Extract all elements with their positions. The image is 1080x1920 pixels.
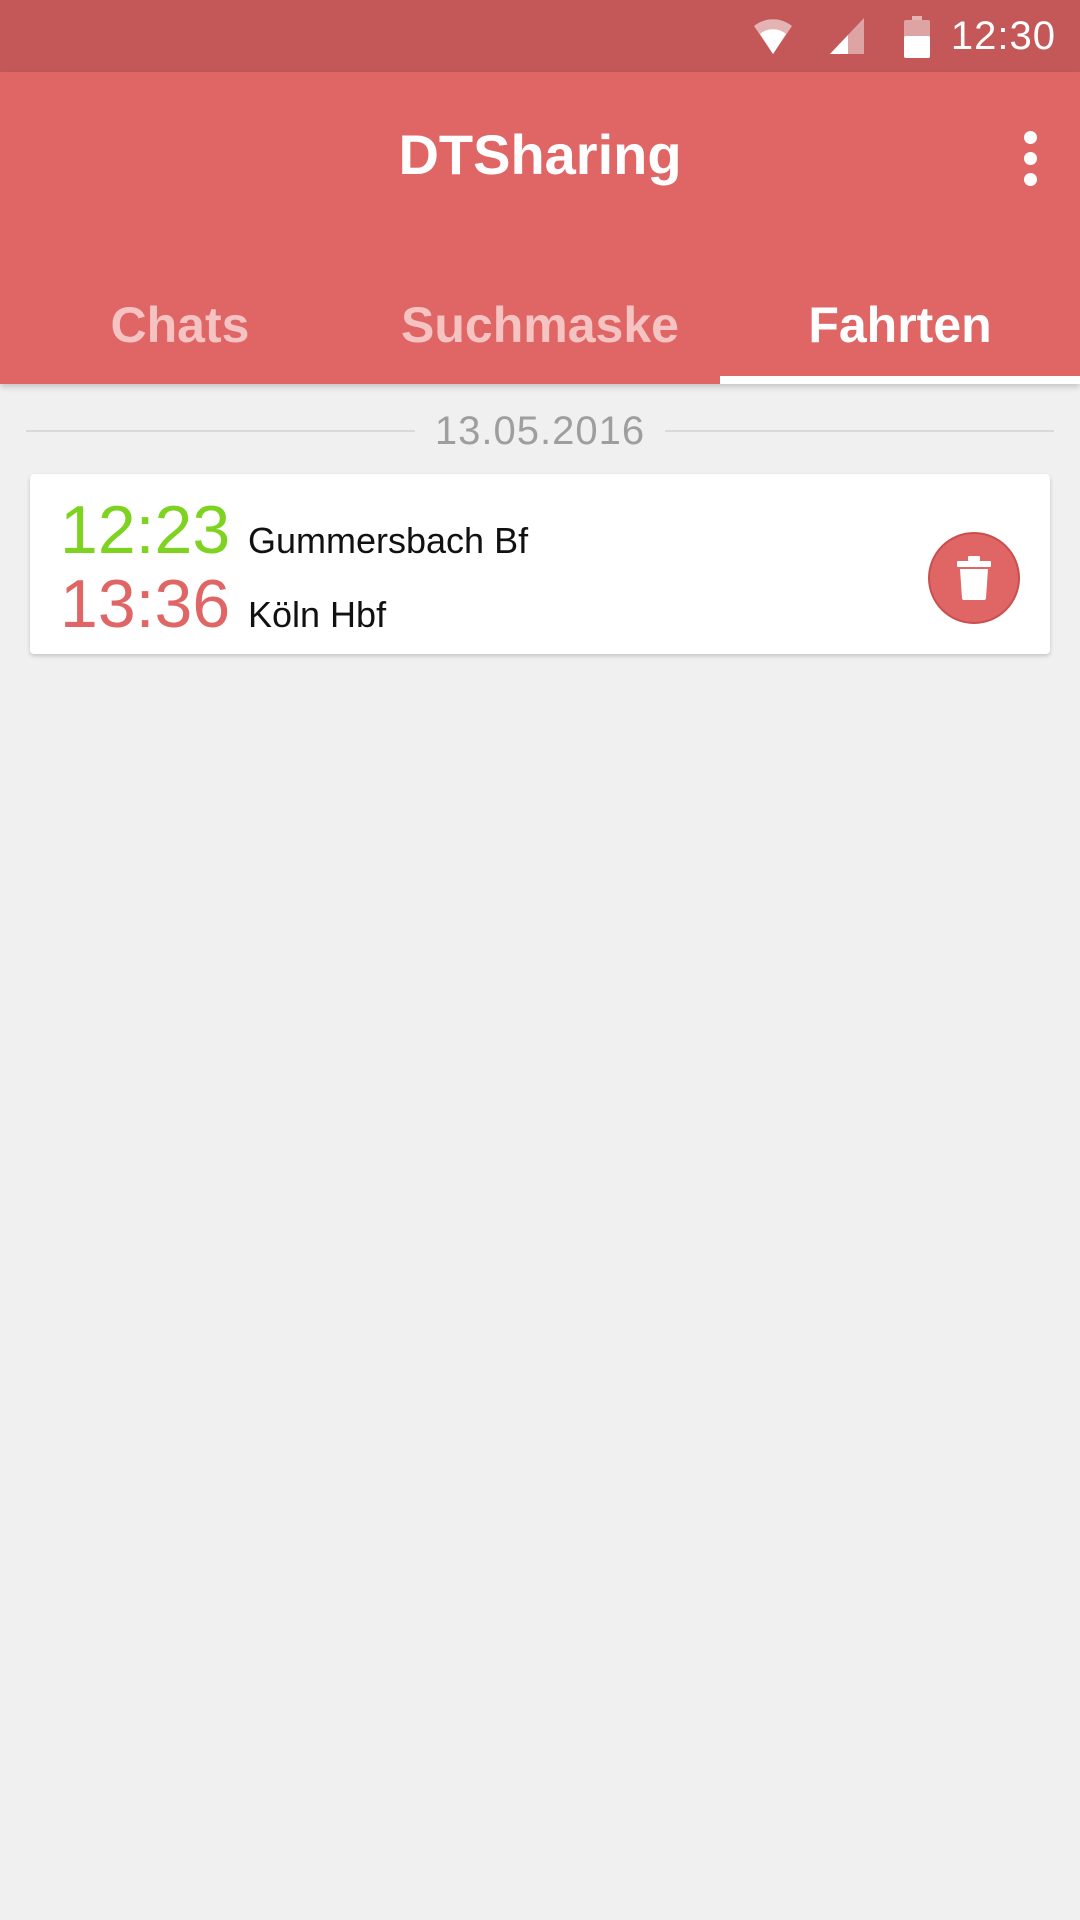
divider-left xyxy=(26,430,415,432)
tab-bar: Chats Suchmaske Fahrten xyxy=(0,266,1080,384)
arrival-row: 13:36 Köln Hbf xyxy=(60,564,386,644)
trip-date: 13.05.2016 xyxy=(434,409,646,453)
status-time: 12:30 xyxy=(950,14,1056,58)
tab-fahrten[interactable]: Fahrten xyxy=(720,266,1080,384)
trash-icon xyxy=(957,556,991,600)
date-separator: 13.05.2016 xyxy=(26,406,1055,456)
departure-row: 12:23 Gummersbach Bf xyxy=(60,490,528,570)
tab-suchmaske[interactable]: Suchmaske xyxy=(360,266,720,384)
delete-trip-button[interactable] xyxy=(928,532,1020,624)
departure-station: Gummersbach Bf xyxy=(248,520,529,561)
cell-signal-icon xyxy=(830,18,864,54)
departure-time: 12:23 xyxy=(60,492,231,568)
tab-chats[interactable]: Chats xyxy=(0,266,360,384)
battery-icon xyxy=(904,16,930,58)
app-title: DTSharing xyxy=(398,123,682,186)
divider-right xyxy=(665,430,1055,432)
status-bar: 12:30 xyxy=(0,0,1080,72)
trip-card[interactable]: 12:23 Gummersbach Bf 13:36 Köln Hbf xyxy=(30,474,1050,654)
arrival-time: 13:36 xyxy=(60,566,231,642)
app-bar: DTSharing Chats Suchmaske Fahrten xyxy=(0,72,1080,384)
more-vert-icon[interactable] xyxy=(998,118,1062,198)
arrival-station: Köln Hbf xyxy=(248,594,387,635)
wifi-icon xyxy=(754,19,792,55)
